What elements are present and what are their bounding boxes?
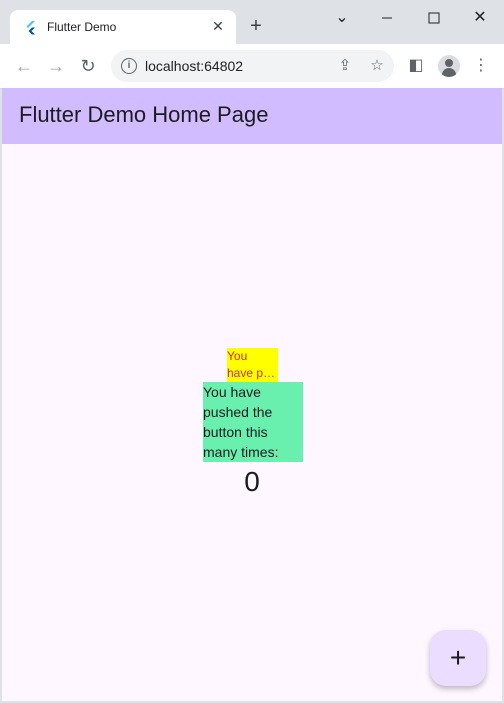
small-text-line-2: have pushed the button this many times: (227, 366, 278, 380)
menu-kebab-icon[interactable]: ⋮ (471, 56, 491, 76)
minimize-icon[interactable] (372, 6, 402, 30)
yellow-text-box: You have pushed the button this many tim… (227, 348, 278, 382)
page-viewport: Flutter Demo Home Page You have pushed t… (2, 88, 502, 701)
new-tab-icon[interactable]: + (246, 16, 266, 36)
tab-flutter-demo[interactable]: Flutter Demo ✕ (10, 10, 236, 44)
chevron-down-icon[interactable]: ⌄ (327, 6, 357, 30)
tab-title: Flutter Demo (47, 20, 117, 34)
side-panel-icon[interactable]: ◧ (406, 56, 426, 76)
bookmark-star-icon[interactable]: ☆ (367, 56, 387, 76)
close-tab-icon[interactable]: ✕ (210, 18, 226, 35)
back-icon[interactable]: ← (12, 54, 36, 78)
small-text-line-1: You (227, 349, 248, 363)
increment-button[interactable]: + (430, 630, 486, 686)
plus-icon: + (449, 642, 467, 673)
url-text[interactable]: localhost:64802 (145, 58, 243, 74)
counter-value: 0 (244, 466, 260, 497)
maximize-icon[interactable] (419, 6, 449, 30)
green-text-box: You have pushed the button this many tim… (203, 382, 303, 462)
close-window-icon[interactable]: ✕ (465, 6, 495, 30)
page-title: Flutter Demo Home Page (19, 102, 269, 127)
profile-avatar-icon[interactable] (438, 55, 460, 77)
site-info-icon[interactable]: i (121, 58, 137, 74)
share-icon[interactable]: ⇪ (335, 56, 355, 76)
big-text: You have pushed the button this many tim… (203, 384, 279, 460)
browser-toolbar: ← → ↻ i localhost:64802 ⇪ ☆ ◧ ⋮ (0, 44, 504, 89)
tab-strip: Flutter Demo ✕ + ⌄ ✕ (0, 0, 504, 44)
reload-icon[interactable]: ↻ (76, 54, 100, 78)
app-bar: Flutter Demo Home Page (2, 88, 502, 144)
address-bar[interactable]: i localhost:64802 ⇪ ☆ (111, 50, 394, 82)
forward-icon[interactable]: → (44, 54, 68, 78)
flutter-logo-icon (26, 21, 35, 35)
